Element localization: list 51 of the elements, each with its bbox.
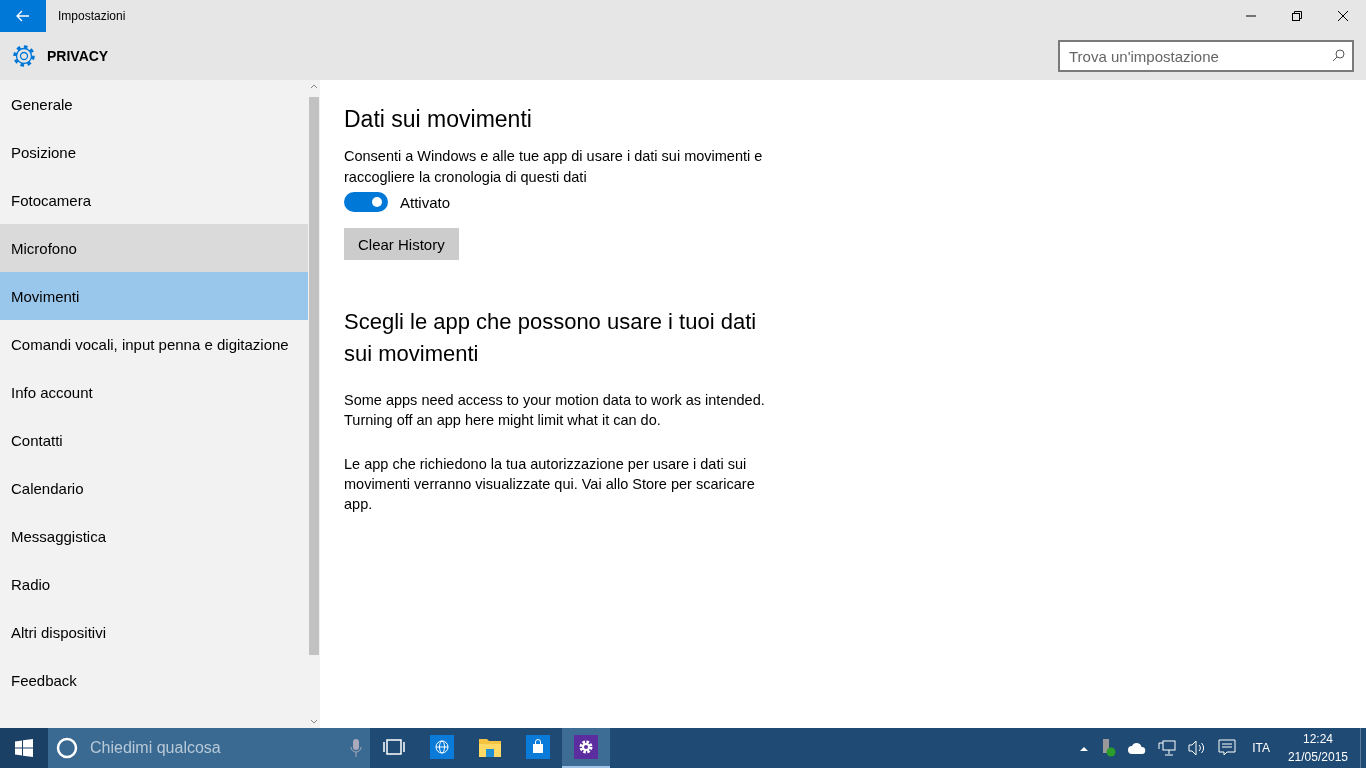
- sidebar-item[interactable]: Calendario: [0, 464, 308, 512]
- windows-logo-icon: [15, 739, 33, 757]
- clock-time[interactable]: 12:24: [1302, 730, 1333, 748]
- sidebar-item[interactable]: Radio: [0, 560, 308, 608]
- info-paragraph: Some apps need access to your motion data to work as intended. Turning off an app here might limit what it can do.: [344, 391, 766, 430]
- start-button[interactable]: [0, 728, 48, 768]
- back-arrow-icon: [16, 10, 30, 22]
- toggle-label: Attivato: [400, 193, 451, 211]
- taskbar-search-bar[interactable]: Chiedimi qualcosa: [48, 728, 370, 768]
- microphone-icon: [350, 738, 362, 758]
- window-title: Impostazioni: [58, 9, 127, 23]
- info-paragraph: Le app che richiedono la tua autorizzazione per usare i dati sui movimenti verranno visualizzate qui. Vai allo Store per scaricare app.: [344, 455, 756, 514]
- sidebar-item[interactable]: Messaggistica: [0, 512, 308, 560]
- scroll-up-icon[interactable]: [310, 83, 318, 89]
- back-button[interactable]: [0, 0, 46, 32]
- search-field[interactable]: Trova un'impostazione: [1058, 40, 1354, 72]
- restore-icon: [1292, 11, 1302, 21]
- clear-history-button[interactable]: Clear History: [344, 228, 459, 260]
- sidebar-item[interactable]: Info account: [0, 368, 308, 416]
- sidebar-item[interactable]: Altri dispositivi: [0, 608, 308, 656]
- ring-icon: [56, 737, 78, 759]
- clock-date[interactable]: 21/05/2015: [1287, 748, 1348, 766]
- close-icon: [1338, 11, 1348, 21]
- toggle-switch[interactable]: [344, 192, 388, 212]
- globe-icon: [430, 735, 454, 759]
- sidebar-item[interactable]: Microfono: [0, 224, 308, 272]
- sidebar-item[interactable]: Movimenti: [0, 272, 308, 320]
- network-icon[interactable]: [1156, 740, 1179, 756]
- taskbar-app-button[interactable]: [562, 728, 610, 768]
- language-indicator[interactable]: ITA: [1246, 741, 1276, 755]
- sidebar-item[interactable]: Feedback: [0, 656, 308, 704]
- section-heading: Scegli le app che possono usare i tuoi dati sui movimenti: [344, 308, 758, 368]
- sidebar-item[interactable]: Posizione: [0, 128, 308, 176]
- sidebar-item[interactable]: Contatti: [0, 416, 308, 464]
- sidebar-item[interactable]: Comandi vocali, input penna e digitazione: [0, 320, 308, 368]
- scrollbar[interactable]: [308, 80, 320, 728]
- sidebar-item[interactable]: Generale: [0, 80, 308, 128]
- sidebar-item[interactable]: Fotocamera: [0, 176, 308, 224]
- page-title: PRIVACY: [47, 48, 110, 64]
- shopping-bag-icon: [526, 735, 550, 759]
- gear-icon: [574, 735, 598, 759]
- search-icon: [1332, 49, 1345, 62]
- folder-icon: [478, 736, 502, 758]
- notification-icon[interactable]: [1216, 739, 1239, 757]
- search-input[interactable]: Chiedimi qualcosa: [88, 738, 340, 758]
- task-view-icon: [383, 739, 405, 755]
- section-heading: Dati sui movimenti: [344, 105, 533, 134]
- gear-icon: [11, 43, 37, 69]
- scroll-down-icon[interactable]: [310, 719, 318, 725]
- show-hidden-icons-button[interactable]: [1078, 745, 1091, 751]
- setting-description: Consenti a Windows e alle tue app di usare i dati sui movimenti e raccogliere la cronologia di questi dati: [344, 147, 764, 187]
